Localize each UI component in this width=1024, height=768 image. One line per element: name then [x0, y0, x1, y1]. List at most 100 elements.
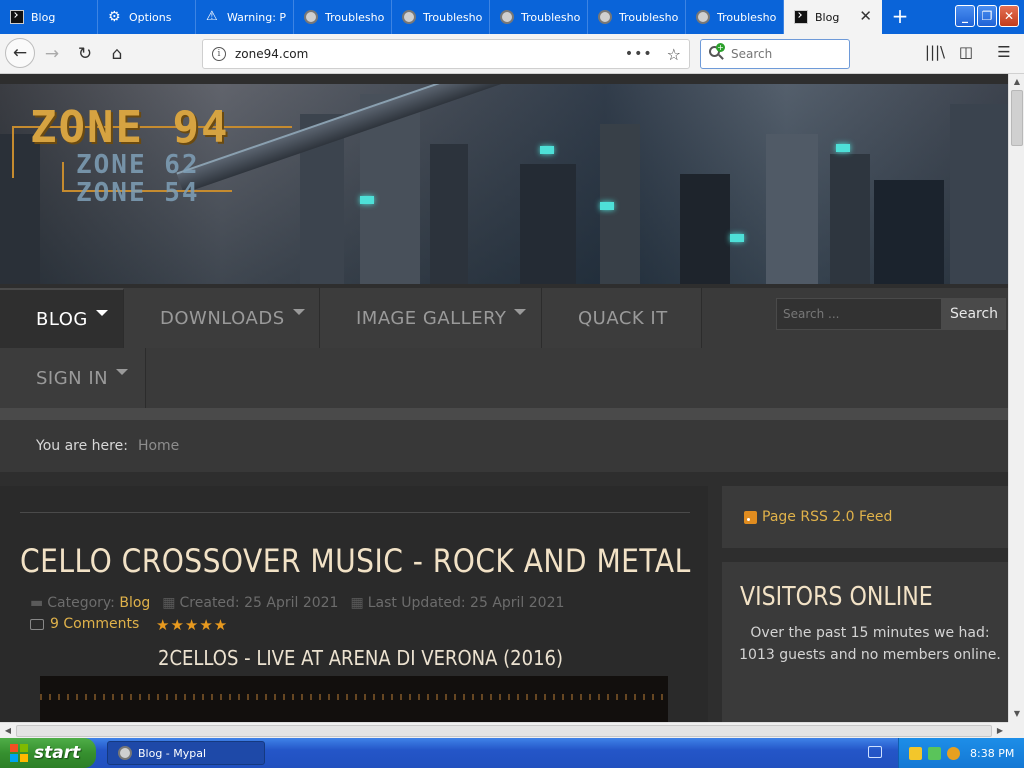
menu-item-blog[interactable]: BLOG: [0, 288, 124, 348]
updated-meta: ▦ Last Updated: 25 April 2021: [350, 595, 565, 611]
scroll-left-icon[interactable]: ◀: [0, 723, 16, 739]
comment-icon: [30, 618, 44, 630]
search-engine-icon[interactable]: +: [709, 43, 725, 62]
horizontal-scroll-thumb[interactable]: [16, 725, 992, 737]
duck-icon: [500, 10, 514, 24]
divider: [20, 512, 690, 513]
site-banner: ZONE 94 ZONE 62 ZONE 54: [0, 84, 1008, 284]
visitors-title: VISITORS ONLINE: [740, 582, 933, 612]
close-tab-icon[interactable]: ✕: [859, 9, 872, 24]
menu-item-downloads[interactable]: DOWNLOADS: [124, 288, 320, 348]
windows-logo-icon: [10, 744, 28, 762]
category-link[interactable]: Blog: [119, 595, 150, 611]
close-window-button[interactable]: ✕: [999, 5, 1019, 27]
tab-label: Troubleshoo: [521, 10, 581, 24]
site-menu: BLOG DOWNLOADS IMAGE GALLERY QUACK IT SI…: [0, 288, 1008, 408]
vertical-scrollbar[interactable]: ▲ ▼: [1008, 74, 1024, 722]
site-search-input[interactable]: Search ...: [776, 298, 942, 330]
menu-item-image-gallery[interactable]: IMAGE GALLERY: [320, 288, 542, 348]
start-button[interactable]: start: [0, 738, 96, 768]
hamburger-menu-icon[interactable]: ☰: [993, 43, 1015, 61]
breadcrumb-home-link[interactable]: Home: [138, 438, 179, 454]
url-text[interactable]: zone94.com: [235, 47, 625, 61]
caret-down-icon: [116, 369, 129, 375]
library-icon[interactable]: |||\: [924, 43, 946, 61]
rss-feed-link[interactable]: Page RSS 2.0 Feed: [722, 486, 1008, 548]
caret-down-icon: [95, 310, 108, 316]
minimize-button[interactable]: _: [955, 5, 975, 27]
menu-item-sign-in[interactable]: SIGN IN: [0, 348, 146, 408]
keyboard-icon[interactable]: [868, 746, 882, 758]
comments-count: 9 Comments: [50, 616, 140, 632]
sidebar-toggle-icon[interactable]: ◫: [955, 43, 977, 61]
tab-label: Warning: P: [227, 10, 287, 24]
article: CELLO CROSSOVER MUSIC - ROCK AND METAL ▬…: [0, 486, 708, 722]
tab-label: Troubleshoo: [423, 10, 483, 24]
calendar-icon: ▦: [162, 595, 176, 611]
network-icon[interactable]: [928, 746, 941, 760]
clock[interactable]: 8:38 PM: [970, 747, 1014, 760]
site-logo-sub1: ZONE 62: [76, 150, 200, 180]
visitors-text: Over the past 15 minutes we had: 1013 gu…: [739, 625, 1001, 663]
scroll-down-icon[interactable]: ▼: [1009, 706, 1024, 722]
forward-button[interactable]: →: [38, 40, 66, 68]
comments-link[interactable]: 9 Comments: [30, 616, 139, 632]
tab-blog-active[interactable]: Blog ✕: [784, 0, 882, 34]
maximize-button[interactable]: ❐: [977, 5, 997, 27]
site-search-button[interactable]: Search: [942, 298, 1006, 330]
tab-label: Blog: [815, 10, 840, 24]
folder-icon: ▬: [30, 595, 44, 611]
tab-troubleshoot-5[interactable]: Troubleshoo: [686, 0, 784, 34]
scroll-corner: [1008, 722, 1024, 738]
horizontal-scrollbar[interactable]: ◀ ▶: [0, 722, 1008, 738]
menu-item-label: DOWNLOADS: [160, 307, 285, 329]
search-tray-icon[interactable]: [947, 746, 960, 760]
created-meta: ▦ Created: 25 April 2021: [162, 595, 339, 611]
breadcrumb: You are here: Home: [0, 420, 1008, 472]
tab-warning[interactable]: ⚠ Warning: P: [196, 0, 294, 34]
tab-troubleshoot-1[interactable]: Troubleshoo: [294, 0, 392, 34]
info-icon[interactable]: i: [212, 47, 226, 61]
navigation-toolbar: ← → ↻ ⌂ i zone94.com ••• ☆ + |||\ ◫ ☰: [0, 34, 1024, 74]
video-player[interactable]: [40, 676, 668, 722]
scroll-right-icon[interactable]: ▶: [992, 723, 1008, 739]
vertical-scroll-thumb[interactable]: [1011, 90, 1023, 146]
tab-options[interactable]: ⚙ Options: [98, 0, 196, 34]
breadcrumb-prefix: You are here:: [36, 438, 128, 454]
home-button[interactable]: ⌂: [103, 40, 131, 68]
taskbar-item-blog-mypal[interactable]: Blog - Mypal: [107, 741, 265, 765]
bookmark-star-icon[interactable]: ☆: [667, 45, 681, 64]
duck-icon: [402, 10, 416, 24]
new-tab-button[interactable]: +: [889, 5, 911, 27]
tab-label: Blog: [31, 10, 56, 24]
duck-icon: [304, 10, 318, 24]
menu-item-quack-it[interactable]: QUACK IT: [542, 288, 702, 348]
menu-item-label: IMAGE GALLERY: [356, 307, 507, 329]
rating-stars[interactable]: ★★★★★: [156, 616, 228, 634]
security-shield-icon[interactable]: [909, 746, 922, 760]
browser-search-bar[interactable]: +: [700, 39, 850, 69]
gear-icon: ⚙: [108, 9, 121, 25]
menu-item-label: QUACK IT: [578, 307, 668, 329]
start-label: start: [34, 743, 81, 763]
reload-button[interactable]: ↻: [71, 40, 99, 68]
tab-troubleshoot-3[interactable]: Troubleshoo: [490, 0, 588, 34]
page-actions-icon[interactable]: •••: [625, 46, 653, 62]
site-logo[interactable]: ZONE 94: [30, 102, 229, 153]
address-bar[interactable]: i zone94.com ••• ☆: [202, 39, 690, 69]
video-title: 2CELLOS - LIVE AT ARENA DI VERONA (2016): [158, 646, 564, 670]
article-title[interactable]: CELLO CROSSOVER MUSIC - ROCK AND METAL: [20, 542, 691, 580]
terminal-icon: [794, 10, 808, 24]
tab-troubleshoot-4[interactable]: Troubleshoo: [588, 0, 686, 34]
scroll-up-icon[interactable]: ▲: [1009, 74, 1024, 90]
rss-icon: [744, 510, 757, 524]
tab-label: Troubleshoo: [717, 10, 777, 24]
tab-label: Options: [129, 10, 172, 24]
divider: [0, 408, 1008, 420]
tab-troubleshoot-2[interactable]: Troubleshoo: [392, 0, 490, 34]
web-page: ZONE 94 ZONE 62 ZONE 54 BLOG DOWNLOADS I…: [0, 74, 1008, 722]
tab-blog-1[interactable]: Blog: [0, 0, 98, 34]
terminal-icon: [10, 10, 24, 24]
back-button[interactable]: ←: [5, 38, 35, 68]
browser-search-input[interactable]: [731, 47, 831, 61]
